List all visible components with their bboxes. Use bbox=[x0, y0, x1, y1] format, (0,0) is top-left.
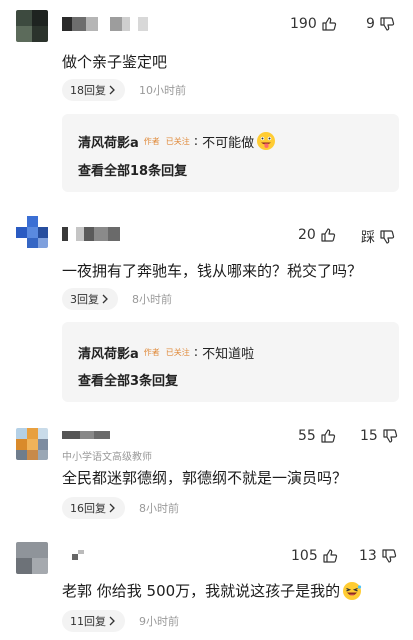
chevron-right-icon bbox=[109, 616, 115, 626]
chevron-right-icon bbox=[109, 85, 115, 95]
comment-1: 190 9 做个亲子鉴定吧 18回复 10小时前 清风荷影a 作者 已关注 : … bbox=[0, 0, 413, 200]
replies-label: 16回复 bbox=[70, 502, 106, 515]
comment-meta: 11回复 9小时前 bbox=[62, 610, 179, 632]
comment-4: 105 13 老郭 你给我 500万，我就说这孩子是我的 11回复 9小时前 bbox=[0, 530, 413, 640]
reply-preview-row: 清风荷影a 作者 已关注 : 不知道啦 bbox=[78, 343, 255, 362]
replies-button[interactable]: 11回复 bbox=[62, 610, 125, 632]
replies-label: 11回复 bbox=[70, 615, 106, 628]
chevron-right-icon bbox=[102, 294, 108, 304]
avatar[interactable] bbox=[16, 428, 48, 460]
comment-text: 做个亲子鉴定吧 bbox=[62, 53, 168, 71]
avatar[interactable] bbox=[16, 216, 48, 248]
reply-author[interactable]: 清风荷影a bbox=[78, 343, 139, 362]
thumbs-down-icon bbox=[383, 429, 397, 443]
dislike-button[interactable]: 15 bbox=[360, 428, 398, 444]
timestamp: 8小时前 bbox=[139, 502, 179, 515]
thumbs-up-icon bbox=[321, 228, 335, 242]
comment-2: 20 踩 一夜拥有了奔驰车，钱从哪来的？税交了吗？ 3回复 8小时前 清风荷影a… bbox=[0, 200, 413, 412]
follow-tag: 已关注 bbox=[165, 348, 190, 357]
replies-button[interactable]: 18回复 bbox=[62, 79, 125, 101]
thumbs-up-icon bbox=[323, 549, 337, 563]
tongue-out-emoji bbox=[257, 132, 276, 150]
thumbs-down-icon bbox=[380, 230, 395, 244]
dislike-button[interactable]: 13 bbox=[359, 548, 397, 564]
view-all-replies[interactable]: 查看全部3条回复 bbox=[78, 370, 178, 389]
reply-preview-row: 清风荷影a 作者 已关注 : 不可能做 bbox=[78, 131, 276, 151]
dislike-count: 13 bbox=[359, 548, 377, 564]
comment-3: 中小学语文高级教师 55 15 全民都迷郭德纲，郭德纲不就是一演员吗？ 16回复… bbox=[0, 412, 413, 530]
avatar[interactable] bbox=[16, 542, 48, 574]
like-button[interactable]: 105 bbox=[291, 548, 338, 564]
replies-label: 3回复 bbox=[70, 293, 99, 306]
author-tag: 作者 bbox=[143, 348, 160, 357]
timestamp: 10小时前 bbox=[139, 84, 186, 97]
reply-text: 不可能做 bbox=[202, 135, 255, 151]
dislike-count: 15 bbox=[360, 428, 378, 444]
comment-text: 老郭 你给我 500万，我就说这孩子是我的 bbox=[62, 580, 362, 601]
comment-text: 一夜拥有了奔驰车，钱从哪来的？税交了吗？ bbox=[62, 262, 363, 280]
avatar[interactable] bbox=[16, 10, 48, 42]
thumbs-up-icon bbox=[322, 17, 336, 31]
like-count: 20 bbox=[298, 227, 316, 243]
like-count: 190 bbox=[290, 16, 317, 32]
replies-button[interactable]: 16回复 bbox=[62, 497, 125, 519]
reply-preview-box[interactable]: 清风荷影a 作者 已关注 : 不可能做 查看全部18条回复 bbox=[62, 114, 399, 192]
replies-label: 18回复 bbox=[70, 84, 106, 97]
like-button[interactable]: 20 bbox=[298, 227, 336, 243]
dislike-button[interactable]: 9 bbox=[366, 16, 395, 32]
author-tag: 作者 bbox=[143, 136, 160, 146]
dislike-button[interactable]: 踩 bbox=[361, 227, 395, 247]
reply-author[interactable]: 清风荷影a bbox=[78, 132, 139, 151]
user-subtitle: 中小学语文高级教师 bbox=[62, 452, 152, 463]
like-button[interactable]: 190 bbox=[290, 16, 337, 32]
like-count: 55 bbox=[298, 428, 316, 444]
laughing-emoji bbox=[343, 581, 362, 600]
replies-button[interactable]: 3回复 bbox=[62, 288, 118, 310]
reply-preview-box[interactable]: 清风荷影a 作者 已关注 : 不知道啦 查看全部3条回复 bbox=[62, 322, 399, 402]
dislike-count: 9 bbox=[366, 16, 375, 32]
like-count: 105 bbox=[291, 548, 318, 564]
comment-meta: 16回复 8小时前 bbox=[62, 497, 179, 519]
comment-text: 全民都迷郭德纲，郭德纲不就是一演员吗？ bbox=[62, 469, 348, 487]
comment-meta: 3回复 8小时前 bbox=[62, 288, 172, 310]
thumbs-down-icon bbox=[382, 549, 396, 563]
comment-meta: 18回复 10小时前 bbox=[62, 79, 186, 101]
thumbs-up-icon bbox=[321, 429, 335, 443]
timestamp: 8小时前 bbox=[132, 293, 172, 306]
chevron-right-icon bbox=[109, 503, 115, 513]
like-button[interactable]: 55 bbox=[298, 428, 336, 444]
timestamp: 9小时前 bbox=[139, 615, 179, 628]
view-all-replies[interactable]: 查看全部18条回复 bbox=[78, 160, 187, 179]
comment-text-content: 老郭 你给我 500万，我就说这孩子是我的 bbox=[62, 582, 341, 600]
thumbs-down-icon bbox=[380, 17, 395, 31]
follow-tag: 已关注 bbox=[165, 136, 190, 146]
dislike-label: 踩 bbox=[361, 230, 375, 246]
reply-text: 不知道啦 bbox=[202, 347, 255, 362]
